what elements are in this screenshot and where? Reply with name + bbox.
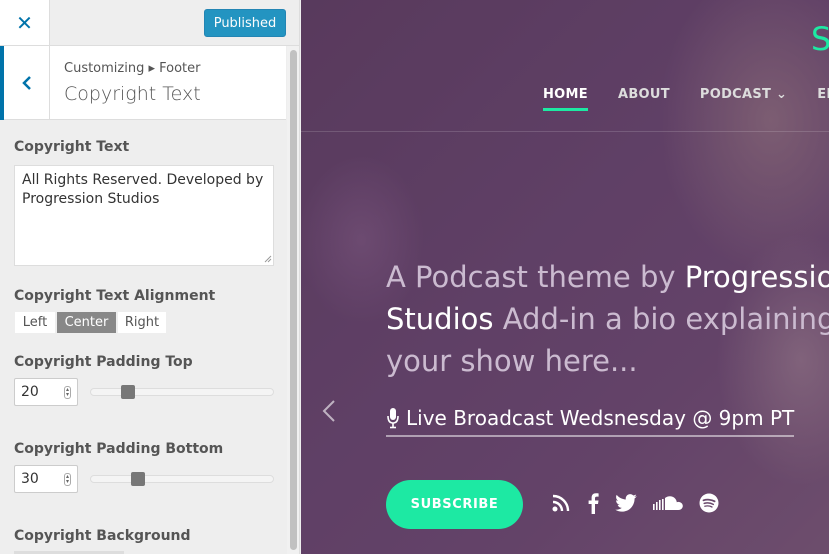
nav-item-about[interactable]: ABOUT (618, 87, 670, 102)
padding-bottom-label: Copyright Padding Bottom (14, 441, 224, 457)
microphone-icon (387, 408, 399, 429)
copyright-text-input[interactable]: All Rights Reserved. Developed by Progre… (14, 165, 274, 266)
publish-button[interactable]: Published (204, 9, 286, 37)
padding-top-input[interactable]: 20 ▴ ▾ (14, 378, 78, 406)
padding-bottom-slider-handle[interactable] (131, 472, 145, 486)
padding-bottom-input[interactable]: 30 ▴ ▾ (14, 465, 78, 493)
resize-grip-icon[interactable] (264, 255, 272, 263)
close-icon: ✕ (16, 10, 33, 35)
alignment-button-group: Left Center Right (14, 311, 167, 334)
alignment-label: Copyright Text Alignment (14, 288, 216, 304)
rss-icon[interactable] (551, 493, 571, 513)
broadcast-link[interactable]: Live Broadcast Wedsnesday @ 9pm PT (386, 406, 795, 437)
main-nav: HOME ABOUT PODCAST ⌄ EPISO (543, 87, 829, 111)
padding-top-slider[interactable] (90, 385, 274, 399)
nav-item-home[interactable]: HOME (543, 87, 588, 111)
header-divider (301, 131, 829, 132)
align-center-button[interactable]: Center (56, 311, 117, 334)
copyright-text-label: Copyright Text (14, 139, 130, 155)
padding-bottom-slider[interactable] (90, 472, 274, 486)
padding-top-label: Copyright Padding Top (14, 354, 193, 370)
sidebar-scrollbar[interactable] (287, 46, 299, 554)
site-preview: S HOME ABOUT PODCAST ⌄ EPISO A Podcast t… (301, 0, 829, 554)
section-header: Customizing ▸ Footer Copyright Text (0, 46, 286, 120)
align-right-button[interactable]: Right (117, 311, 167, 334)
back-button[interactable] (0, 46, 50, 120)
site-logo[interactable]: S (811, 20, 829, 58)
spotify-icon[interactable] (699, 493, 719, 513)
nav-item-podcast[interactable]: PODCAST ⌄ (700, 87, 787, 102)
padding-bottom-value: 30 (21, 471, 39, 487)
slide-prev-button[interactable] (322, 399, 336, 430)
chevron-left-icon (322, 400, 335, 422)
padding-top-slider-handle[interactable] (121, 385, 135, 399)
scrollbar-thumb[interactable] (290, 50, 297, 550)
nav-item-episodes[interactable]: EPISO (817, 87, 829, 102)
section-title: Copyright Text (64, 83, 201, 105)
hero-heading: A Podcast theme by Progression Studios A… (386, 256, 829, 382)
hero-text-part1: A Podcast theme by (386, 260, 685, 294)
customizer-sidebar: ✕ Published Customizing ▸ Footer Copyrig… (0, 0, 300, 554)
background-label: Copyright Background (14, 528, 191, 544)
spinner-icon[interactable]: ▴ ▾ (64, 473, 71, 486)
padding-top-value: 20 (21, 384, 39, 400)
soundcloud-icon[interactable] (653, 495, 683, 511)
breadcrumb: Customizing ▸ Footer (64, 61, 201, 76)
chevron-left-icon (21, 76, 31, 90)
spinner-icon[interactable]: ▴ ▾ (64, 386, 71, 399)
customizer-topbar: ✕ Published (0, 0, 299, 46)
align-left-button[interactable]: Left (14, 311, 56, 334)
subscribe-button[interactable]: SUBSCRIBE (386, 480, 523, 529)
social-links (551, 492, 735, 514)
facebook-icon[interactable] (587, 492, 599, 514)
close-customizer-button[interactable]: ✕ (0, 0, 50, 45)
broadcast-text: Live Broadcast Wedsnesday @ 9pm PT (406, 406, 795, 430)
twitter-icon[interactable] (615, 494, 637, 512)
